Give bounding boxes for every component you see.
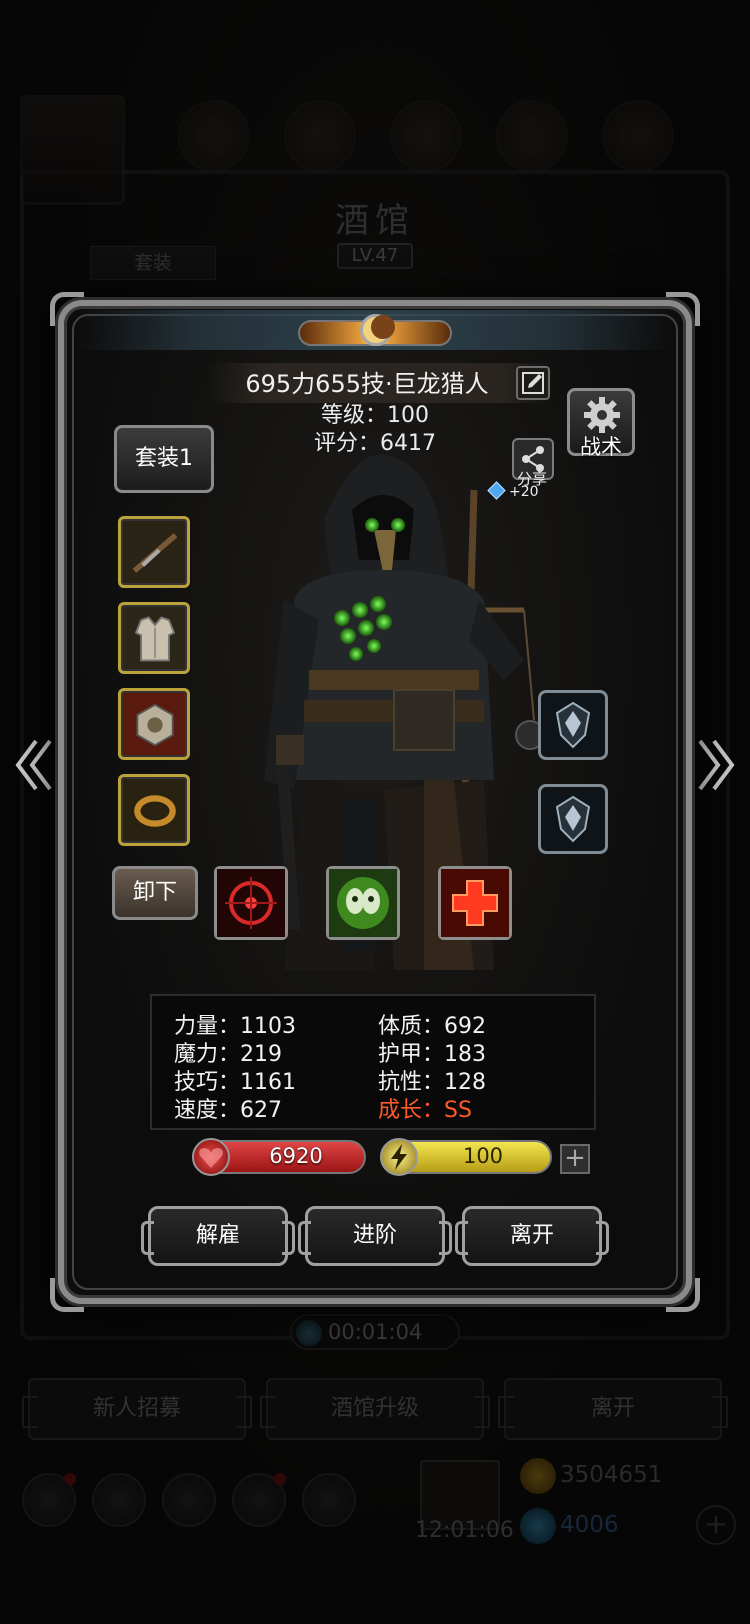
hp-bar: 6920 [192, 1138, 366, 1176]
tactics-label: 战术 [580, 435, 622, 459]
hero-name: 695力655技·巨龙猎人 [245, 370, 489, 398]
previous-hero-arrow-icon[interactable] [10, 735, 58, 795]
equipment-slot-armor[interactable] [118, 602, 190, 674]
frame-ornament [666, 1278, 700, 1312]
dismiss-button[interactable]: 解雇 [141, 1206, 295, 1266]
rune-slot[interactable] [538, 690, 608, 760]
edit-name-button[interactable] [516, 366, 550, 400]
skill-slot-heal[interactable] [438, 866, 512, 940]
tactics-button[interactable]: 战术 [567, 388, 635, 459]
add-energy-button[interactable]: + [560, 1144, 590, 1174]
hero-detail-dialog: 695力655技·巨龙猎人 等级：100 评分：6417 战术 分享 +20 套… [50, 292, 700, 1312]
equipment-slot-weapon[interactable] [118, 516, 190, 588]
equipment-slot-ring[interactable] [118, 774, 190, 846]
energy-value: 100 [462, 1144, 504, 1168]
pencil-icon [522, 372, 544, 394]
rune-slot[interactable] [538, 784, 608, 854]
next-hero-arrow-icon[interactable] [692, 735, 740, 795]
gear-icon [584, 397, 620, 433]
advance-button[interactable]: 进阶 [298, 1206, 452, 1266]
rune-shield-icon [555, 795, 591, 843]
equipment-slot-amulet[interactable] [118, 688, 190, 760]
lightning-icon [380, 1138, 418, 1176]
moon-crest-icon [298, 302, 452, 362]
unequip-button[interactable]: 卸下 [112, 866, 198, 920]
share-reward: +20 [487, 481, 610, 506]
heal-skill-icon [441, 869, 509, 937]
heart-icon [192, 1138, 230, 1176]
suit-selector-button[interactable]: 套装1 [114, 425, 214, 493]
ring-icon [134, 795, 176, 827]
stat-growth: 成长：SS [378, 1098, 472, 1123]
frame-ornament [50, 1278, 84, 1312]
hp-value: 6920 [269, 1144, 323, 1168]
leave-button[interactable]: 离开 [455, 1206, 609, 1266]
chest-armor-icon [134, 616, 176, 662]
rune-shield-icon [555, 701, 591, 749]
skill-slot-crosshair[interactable] [214, 866, 288, 940]
poison-skill-icon [329, 869, 397, 937]
stats-panel: 力量：1103 魔力：219 技巧：1161 速度：627 体质：692 护甲：… [150, 994, 596, 1130]
skill-slot-poison[interactable] [326, 866, 400, 940]
share-reward-amount: +20 [509, 484, 539, 500]
amulet-icon [136, 703, 174, 747]
stat-speed: 速度：627 [174, 1098, 282, 1123]
energy-bar: 100 [380, 1138, 552, 1176]
diamond-icon [487, 481, 506, 500]
rifle-icon [132, 533, 178, 573]
crosshair-skill-icon [217, 869, 285, 937]
